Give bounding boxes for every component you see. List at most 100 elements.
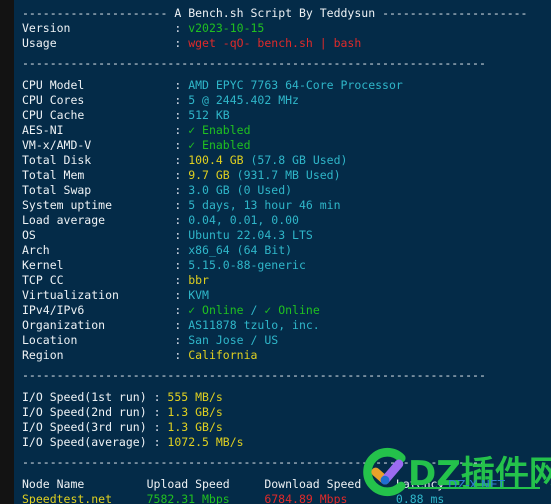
sysinfo-row: TCP CC : bbr	[22, 273, 551, 288]
meta-label: Usage	[22, 36, 175, 50]
sysinfo-separator: :	[174, 168, 189, 182]
sysinfo-label: Organization	[22, 318, 175, 332]
divider-1: ----------------------------------------…	[22, 56, 486, 70]
sysinfo-row: Total Swap : 3.0 GB (0 Used)	[22, 183, 551, 198]
sysinfo-separator: :	[174, 303, 189, 317]
meta-row: Usage : wget -qO- bench.sh | bash	[22, 36, 551, 51]
sysinfo-label: Location	[22, 333, 175, 347]
sysinfo-row: Load average : 0.04, 0.01, 0.00	[22, 213, 551, 228]
io-speed-block: I/O Speed(1st run) : 555 MB/s I/O Speed(2…	[22, 390, 551, 450]
header-rule-line: --------------------- A Bench.sh Script …	[22, 6, 551, 21]
io-speed-label: I/O Speed(average)	[22, 435, 154, 449]
sysinfo-value: 0.04, 0.01, 0.00	[188, 213, 299, 227]
speedtest-row: Speedtest.net 7582.31 Mbps 6784.89 Mbps …	[22, 492, 551, 504]
header-rule-right: ---------------------	[382, 6, 528, 20]
io-speed-value: 1072.5 MB/s	[167, 435, 244, 449]
terminal-window[interactable]: --------------------- A Bench.sh Script …	[14, 0, 551, 504]
sysinfo-value: 9.7 GB	[188, 168, 230, 182]
system-info-block: CPU Model : AMD EPYC 7763 64-Core Proces…	[22, 78, 551, 363]
sysinfo-row: Total Mem : 9.7 GB (931.7 MB Used)	[22, 168, 551, 183]
header-title: A Bench.sh Script By Teddysun	[174, 6, 376, 20]
sysinfo-separator: :	[174, 288, 189, 302]
io-speed-label: I/O Speed(2nd run)	[22, 405, 154, 419]
sysinfo-separator: :	[174, 153, 189, 167]
sysinfo-row: VM-x/AMD-V : ✓ Enabled	[22, 138, 551, 153]
sysinfo-value-secondary: (57.8 GB Used)	[243, 153, 348, 167]
header-rule-left: ---------------------	[22, 6, 168, 20]
meta-separator: :	[174, 21, 189, 35]
sysinfo-value: AMD EPYC 7763 64-Core Processor	[188, 78, 403, 92]
sysinfo-value-separator: /	[243, 303, 265, 317]
sysinfo-label: CPU Cache	[22, 108, 175, 122]
sysinfo-label: Kernel	[22, 258, 175, 272]
meta-value: v2023-10-15	[188, 21, 265, 35]
io-speed-value: 1.3 GB/s	[167, 405, 223, 419]
sysinfo-label: Region	[22, 348, 175, 362]
divider-3: ----------------------------------------…	[22, 455, 486, 469]
sysinfo-row: System uptime : 5 days, 13 hour 46 min	[22, 198, 551, 213]
speedtest-latency: 0.88 ms	[395, 492, 445, 504]
sysinfo-separator: :	[174, 78, 189, 92]
sysinfo-label: Arch	[22, 243, 175, 257]
sysinfo-value: 5 @ 2445.402 MHz	[188, 93, 299, 107]
sysinfo-row: Kernel : 5.15.0-88-generic	[22, 258, 551, 273]
sysinfo-value: ✓ Enabled	[188, 138, 251, 152]
meta-row: Version : v2023-10-15	[22, 21, 551, 36]
meta-block: Version : v2023-10-15 Usage : wget -qO- b…	[22, 21, 551, 51]
speedtest-upload-speed: 7582.31 Mbps	[146, 492, 265, 504]
sysinfo-separator: :	[174, 243, 189, 257]
sysinfo-row: CPU Cores : 5 @ 2445.402 MHz	[22, 93, 551, 108]
sysinfo-value: 512 KB	[188, 108, 230, 122]
io-speed-row: I/O Speed(2nd run) : 1.3 GB/s	[22, 405, 551, 420]
sysinfo-row: Virtualization : KVM	[22, 288, 551, 303]
io-speed-label: I/O Speed(1st run)	[22, 390, 154, 404]
sysinfo-value: x86_64 (64 Bit)	[188, 243, 293, 257]
meta-label: Version	[22, 21, 175, 35]
sysinfo-label: AES-NI	[22, 123, 175, 137]
io-speed-separator: :	[153, 405, 168, 419]
sysinfo-label: Load average	[22, 213, 175, 227]
speedtest-download-speed: 6784.89 Mbps	[264, 492, 396, 504]
io-speed-value: 555 MB/s	[167, 390, 223, 404]
sysinfo-value: 5 days, 13 hour 46 min	[188, 198, 341, 212]
speedtest-header-cell: Download Speed	[264, 477, 396, 491]
sysinfo-row: Total Disk : 100.4 GB (57.8 GB Used)	[22, 153, 551, 168]
sysinfo-label: Total Swap	[22, 183, 175, 197]
sysinfo-row: CPU Cache : 512 KB	[22, 108, 551, 123]
sysinfo-value: 100.4 GB	[188, 153, 244, 167]
speedtest-header-cell: Node Name	[22, 477, 147, 491]
sysinfo-label: VM-x/AMD-V	[22, 138, 175, 152]
sysinfo-value: bbr	[188, 273, 209, 287]
sysinfo-value: California	[188, 348, 258, 362]
sysinfo-value: AS11878 tzulo, inc.	[188, 318, 320, 332]
io-speed-row: I/O Speed(1st run) : 555 MB/s	[22, 390, 551, 405]
io-speed-value: 1.3 GB/s	[167, 420, 223, 434]
sysinfo-row: Location : San Jose / US	[22, 333, 551, 348]
sysinfo-separator: :	[174, 123, 189, 137]
sysinfo-label: CPU Model	[22, 78, 175, 92]
sysinfo-separator: :	[174, 108, 189, 122]
io-speed-row: I/O Speed(average) : 1072.5 MB/s	[22, 435, 551, 450]
sysinfo-separator: :	[174, 213, 189, 227]
io-speed-label: I/O Speed(3rd run)	[22, 420, 154, 434]
sysinfo-value: Ubuntu 22.04.3 LTS	[188, 228, 313, 242]
sysinfo-separator: :	[174, 93, 189, 107]
sysinfo-row: AES-NI : ✓ Enabled	[22, 123, 551, 138]
sysinfo-value-secondary: (931.7 MB Used)	[229, 168, 341, 182]
sysinfo-row: Organization : AS11878 tzulo, inc.	[22, 318, 551, 333]
sysinfo-value: 3.0 GB (0 Used)	[188, 183, 293, 197]
sysinfo-row: OS : Ubuntu 22.04.3 LTS	[22, 228, 551, 243]
sysinfo-separator: :	[174, 138, 189, 152]
sysinfo-separator: :	[174, 228, 189, 242]
speedtest-header-row: Node Name Upload Speed Download Speed La…	[22, 477, 551, 492]
io-speed-separator: :	[153, 420, 168, 434]
sysinfo-separator: :	[174, 258, 189, 272]
sysinfo-label: IPv4/IPv6	[22, 303, 175, 317]
sysinfo-label: Total Disk	[22, 153, 175, 167]
speedtest-table: Node Name Upload Speed Download Speed La…	[22, 477, 551, 504]
sysinfo-label: OS	[22, 228, 175, 242]
sysinfo-label: TCP CC	[22, 273, 175, 287]
sysinfo-separator: :	[174, 183, 189, 197]
sysinfo-row: Arch : x86_64 (64 Bit)	[22, 243, 551, 258]
sysinfo-value-tertiary: ✓ Online	[264, 303, 320, 317]
